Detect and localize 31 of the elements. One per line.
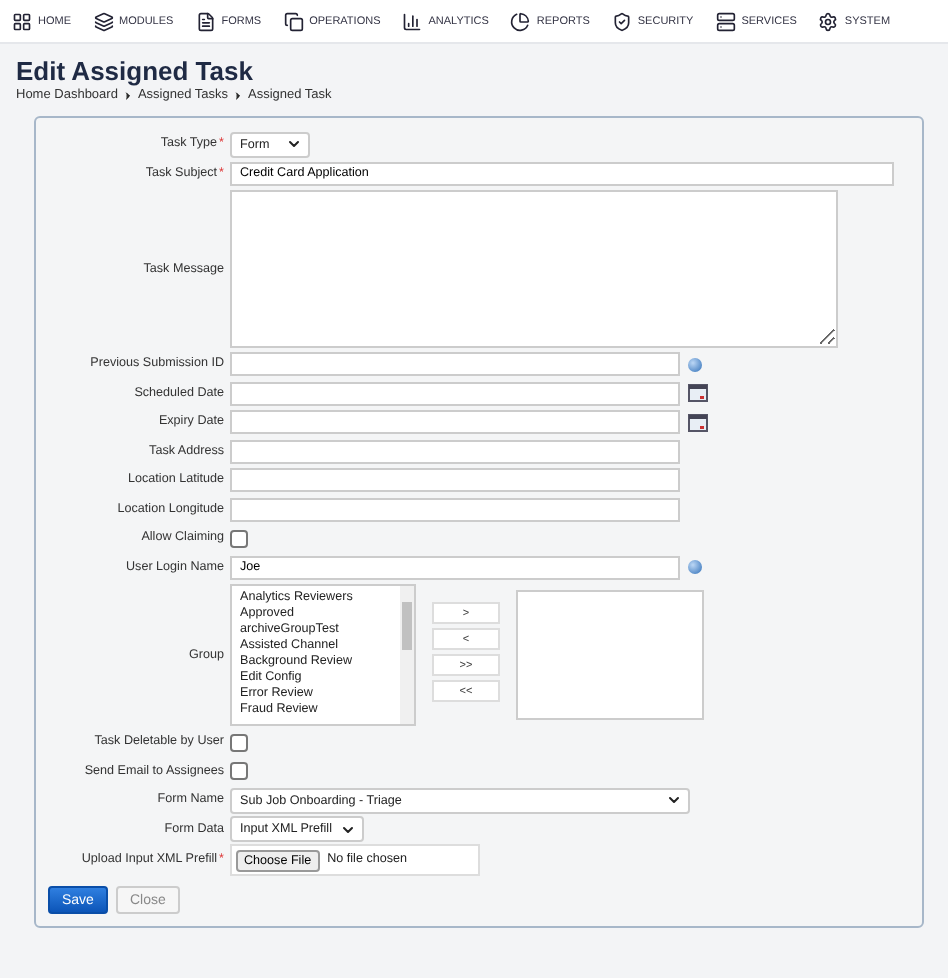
breadcrumb-separator-icon: [232, 89, 244, 101]
text-field[interactable]: [230, 497, 680, 522]
page-title: Edit Assigned Task: [16, 56, 255, 86]
text-field[interactable]: [230, 352, 680, 377]
breadcrumb-separator-icon: [121, 89, 134, 101]
server-icon: [715, 11, 736, 31]
layers-icon: [93, 11, 113, 31]
calendar-icon[interactable]: [688, 384, 708, 403]
text-field[interactable]: [230, 439, 680, 464]
scrollbar[interactable]: [400, 586, 414, 724]
calendar-icon[interactable]: [688, 413, 708, 432]
help-icon[interactable]: [688, 560, 702, 575]
settings-icon: [818, 11, 839, 31]
shield-icon: [611, 11, 632, 31]
checkbox[interactable]: [230, 733, 248, 752]
chevron-down-icon: [339, 821, 356, 838]
bar-chart-icon: [402, 11, 423, 31]
text-field[interactable]: [230, 410, 680, 435]
checkbox[interactable]: [230, 762, 248, 781]
help-icon[interactable]: [688, 357, 702, 372]
checkbox[interactable]: [230, 529, 248, 548]
text-field[interactable]: [230, 381, 680, 406]
chevron-down-icon: [666, 792, 682, 809]
chevron-down-icon: [286, 136, 302, 153]
document-icon: [195, 11, 216, 31]
text-field[interactable]: [230, 468, 680, 493]
pie-chart-icon: [510, 11, 531, 31]
selected-list[interactable]: [516, 590, 704, 720]
copy-icon: [283, 11, 304, 31]
grid-icon: [12, 11, 32, 31]
message-field[interactable]: [230, 190, 838, 348]
